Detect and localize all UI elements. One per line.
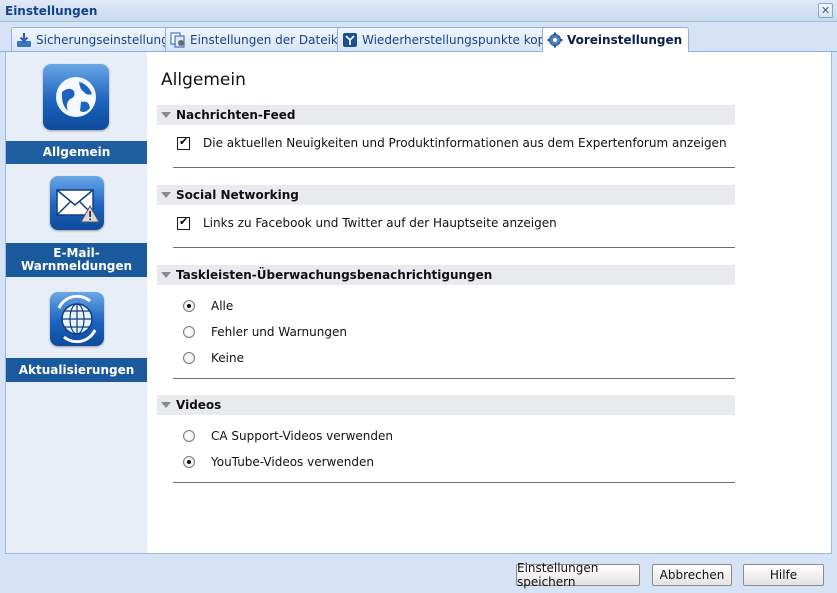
radio-label: Fehler und Warnungen — [211, 325, 347, 339]
radio-label: Alle — [211, 299, 234, 313]
radio-row-ca-support-videos[interactable]: CA Support-Videos verwenden — [183, 429, 393, 443]
tab-voreinstellungen[interactable]: Voreinstellungen — [542, 27, 690, 52]
preferences-gear-icon — [547, 32, 563, 48]
section-header[interactable]: Nachrichten-Feed — [157, 105, 735, 125]
collapse-triangle-icon — [161, 112, 171, 118]
save-settings-button[interactable]: Einstellungen speichern — [516, 561, 640, 589]
radio-label: YouTube-Videos verwenden — [211, 455, 374, 469]
radio-row-alle[interactable]: Alle — [183, 299, 233, 313]
radio-fehler-warnungen[interactable] — [183, 326, 195, 338]
section-divider — [173, 482, 735, 483]
radio-row-keine[interactable]: Keine — [183, 351, 244, 365]
section-nachrichten-feed: Nachrichten-Feed Die aktuellen Neuigkeit… — [157, 105, 735, 168]
main-panel: Allgemein Nachrichten-Feed Die aktuellen… — [147, 52, 831, 553]
section-social-networking: Social Networking Links zu Facebook und … — [157, 185, 735, 248]
dialog-footer: Einstellungen speichern Abbrechen Hilfe — [0, 554, 837, 593]
help-button[interactable]: Hilfe — [743, 564, 824, 586]
radio-label: CA Support-Videos verwenden — [211, 429, 393, 443]
radio-alle[interactable] — [183, 300, 195, 312]
section-header[interactable]: Social Networking — [157, 185, 735, 205]
social-links-checkbox[interactable] — [177, 215, 190, 230]
content-panel: Allgemein E-Mail- Warnmeldungen Aktualis… — [5, 52, 832, 554]
sidebar-item-aktualisierungen[interactable]: Aktualisierungen — [6, 288, 147, 382]
news-feed-checkbox[interactable] — [177, 135, 190, 150]
tab-label: Sicherungseinstellungen — [36, 32, 184, 47]
close-icon[interactable]: ✕ — [818, 3, 833, 18]
collapse-triangle-icon — [161, 272, 171, 278]
radio-row-youtube-videos[interactable]: YouTube-Videos verwenden — [183, 455, 374, 469]
globe-icon — [43, 64, 109, 130]
copy-recovery-points-icon — [343, 32, 357, 47]
checkbox-label: Die aktuellen Neuigkeiten und Produktinf… — [203, 136, 727, 150]
section-title: Nachrichten-Feed — [176, 108, 296, 122]
section-header[interactable]: Taskleisten-Überwachungsbenachrichtigung… — [157, 265, 735, 285]
file-copy-settings-icon — [170, 32, 185, 47]
section-divider — [173, 247, 735, 248]
window-title: Einstellungen — [5, 4, 98, 18]
section-title: Social Networking — [176, 188, 299, 202]
radio-ca-support-videos[interactable] — [183, 430, 195, 442]
window-titlebar: Einstellungen ✕ — [0, 0, 837, 22]
sidebar-email-label-line2: Warnmeldungen — [20, 259, 133, 273]
cancel-button[interactable]: Abbrechen — [652, 564, 732, 586]
sidebar-item-allgemein[interactable]: Allgemein — [6, 52, 147, 164]
email-warning-icon — [50, 176, 104, 230]
section-divider — [173, 378, 735, 379]
news-feed-checkbox-row[interactable]: Die aktuellen Neuigkeiten und Produktinf… — [177, 135, 727, 150]
radio-youtube-videos[interactable] — [183, 456, 195, 468]
radio-label: Keine — [211, 351, 244, 365]
sidebar-item-label: Allgemein — [6, 141, 147, 164]
section-header[interactable]: Videos — [157, 395, 735, 415]
collapse-triangle-icon — [161, 192, 171, 198]
sidebar-item-label: Aktualisierungen — [6, 358, 147, 382]
checkbox-label: Links zu Facebook und Twitter auf der Ha… — [203, 216, 557, 230]
tab-label: Voreinstellungen — [567, 33, 683, 47]
social-links-checkbox-row[interactable]: Links zu Facebook und Twitter auf der Ha… — [177, 215, 557, 230]
backup-settings-icon — [17, 32, 31, 47]
section-videos: Videos CA Support-Videos verwenden YouTu… — [157, 395, 735, 483]
tab-sicherungseinstellungen[interactable]: Sicherungseinstellungen — [11, 27, 191, 51]
tab-strip: Sicherungseinstellungen Einstellungen de… — [0, 22, 837, 52]
sidebar: Allgemein E-Mail- Warnmeldungen Aktualis… — [6, 52, 147, 553]
section-taskleisten-benachrichtigungen: Taskleisten-Überwachungsbenachrichtigung… — [157, 265, 735, 379]
sidebar-item-label: E-Mail- Warnmeldungen — [6, 243, 147, 277]
section-title: Videos — [176, 398, 222, 412]
globe-update-icon — [50, 292, 104, 346]
page-title: Allgemein — [161, 70, 246, 90]
radio-keine[interactable] — [183, 352, 195, 364]
section-title: Taskleisten-Überwachungsbenachrichtigung… — [176, 268, 493, 282]
sidebar-email-label-line1: E-Mail- — [53, 246, 100, 260]
sidebar-item-email-warnmeldungen[interactable]: E-Mail- Warnmeldungen — [6, 172, 147, 280]
section-divider — [173, 167, 735, 168]
radio-row-fehler-warnungen[interactable]: Fehler und Warnungen — [183, 325, 347, 339]
collapse-triangle-icon — [161, 402, 171, 408]
